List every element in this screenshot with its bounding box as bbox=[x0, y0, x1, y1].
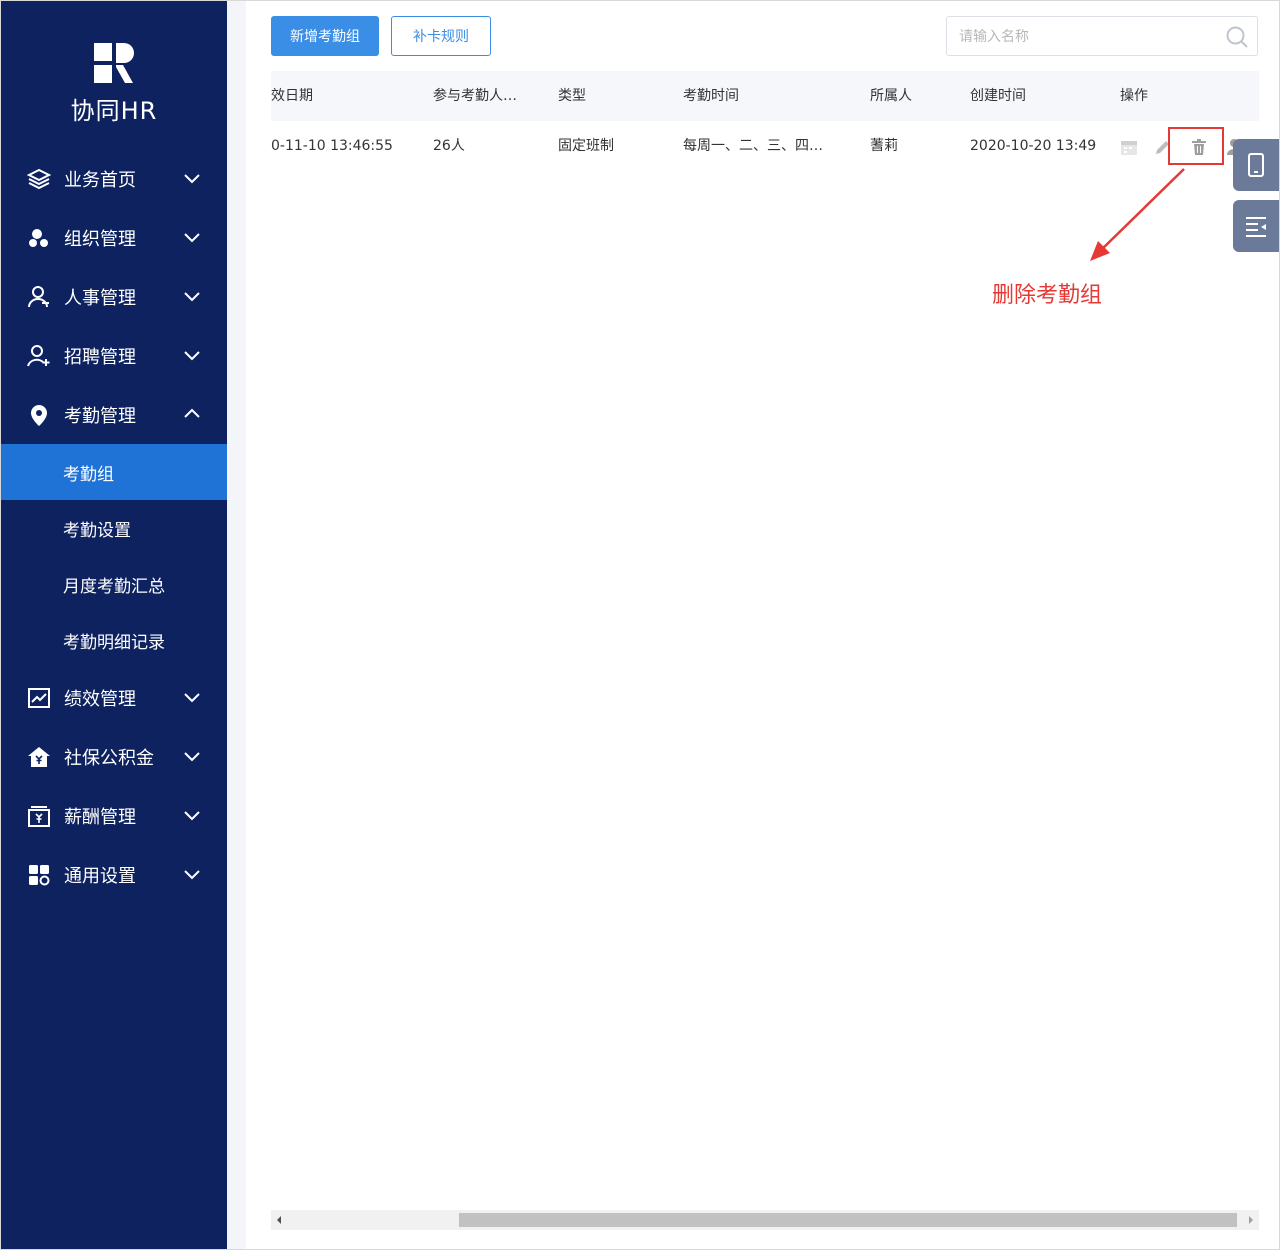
makeup-rule-button[interactable]: 补卡规则 bbox=[391, 16, 491, 56]
annotation-delete-label: 删除考勤组 bbox=[992, 283, 1103, 308]
add-attendance-group-button[interactable]: 新增考勤组 bbox=[271, 16, 379, 56]
chevron-down-icon bbox=[184, 693, 200, 703]
sidebar-menu: 业务首页 组织管理 人事管理 招聘管理 考勤管理 考勤组 考勤设置 月度考勤汇总… bbox=[1, 149, 227, 904]
cell-owner: 蓍莉 bbox=[870, 138, 898, 154]
chevron-down-icon bbox=[184, 351, 200, 361]
menu-item-label: 绩效管理 bbox=[64, 688, 136, 710]
calendar-icon[interactable] bbox=[1119, 137, 1139, 157]
location-pin-icon bbox=[27, 403, 51, 427]
page: 协同HR 业务首页 组织管理 人事管理 招聘管理 考勤管理 考勤组 考勤设置 月… bbox=[0, 0, 1280, 1250]
menu-item-label: 社保公积金 bbox=[64, 747, 154, 769]
person-add-icon bbox=[27, 344, 51, 368]
search-box bbox=[946, 16, 1258, 56]
horizontal-scrollbar[interactable] bbox=[271, 1210, 1259, 1230]
menu-item-label: 考勤管理 bbox=[64, 405, 136, 427]
list-collapse-icon bbox=[1246, 217, 1266, 237]
content-gutter bbox=[227, 1, 246, 1249]
annotation-arrow bbox=[1090, 168, 1185, 261]
header-participants: 参与考勤人… bbox=[433, 88, 517, 104]
org-icon bbox=[27, 226, 51, 250]
header-created-time: 创建时间 bbox=[970, 88, 1026, 104]
search-icon[interactable] bbox=[1225, 25, 1249, 49]
scrollbar-thumb[interactable] bbox=[459, 1213, 1237, 1227]
menu-item-label: 业务首页 bbox=[64, 169, 136, 191]
attendance-group-table: 效日期 参与考勤人… 类型 考勤时间 所属人 创建时间 操作 0-11-10 1… bbox=[271, 71, 1259, 171]
menu-item-performance[interactable]: 绩效管理 bbox=[1, 668, 227, 727]
cell-attendance-time: 每周一、二、三、四… bbox=[683, 138, 823, 154]
chevron-down-icon bbox=[184, 870, 200, 880]
chevron-up-icon bbox=[184, 408, 200, 418]
menu-item-social-security[interactable]: 社保公积金 bbox=[1, 727, 227, 786]
chevron-down-icon bbox=[184, 174, 200, 184]
logo: 协同HR bbox=[1, 41, 227, 126]
chevron-down-icon bbox=[184, 811, 200, 821]
scroll-right-arrow-icon[interactable] bbox=[1243, 1210, 1259, 1230]
sub-item-monthly-summary[interactable]: 月度考勤汇总 bbox=[1, 556, 227, 612]
menu-item-business-home[interactable]: 业务首页 bbox=[1, 149, 227, 208]
cell-type: 固定班制 bbox=[558, 138, 614, 154]
menu-item-org[interactable]: 组织管理 bbox=[1, 208, 227, 267]
menu-item-label: 组织管理 bbox=[64, 228, 136, 250]
logo-mark-icon bbox=[94, 43, 134, 83]
chevron-down-icon bbox=[184, 233, 200, 243]
menu-item-label: 薪酬管理 bbox=[64, 806, 136, 828]
menu-item-label: 通用设置 bbox=[64, 865, 136, 887]
menu-item-attendance[interactable]: 考勤管理 bbox=[1, 385, 227, 444]
house-yen-icon bbox=[27, 745, 51, 769]
chevron-down-icon bbox=[184, 292, 200, 302]
mobile-phone-icon bbox=[1248, 153, 1264, 177]
sub-item-attendance-group[interactable]: 考勤组 bbox=[1, 444, 227, 500]
header-actions: 操作 bbox=[1120, 88, 1148, 104]
main-content: 新增考勤组 补卡规则 效日期 参与考勤人… 类型 考勤时间 所属人 创建时间 操… bbox=[246, 1, 1279, 1249]
menu-item-general-settings[interactable]: 通用设置 bbox=[1, 845, 227, 904]
table-header: 效日期 参与考勤人… 类型 考勤时间 所属人 创建时间 操作 bbox=[271, 71, 1259, 121]
menu-item-label: 招聘管理 bbox=[64, 346, 136, 368]
menu-item-salary[interactable]: 薪酬管理 bbox=[1, 786, 227, 845]
header-type: 类型 bbox=[558, 88, 586, 104]
mobile-preview-button[interactable] bbox=[1233, 139, 1279, 191]
scroll-left-arrow-icon[interactable] bbox=[271, 1210, 287, 1230]
cell-participants: 26人 bbox=[433, 138, 465, 154]
sub-item-attendance-settings[interactable]: 考勤设置 bbox=[1, 500, 227, 556]
layers-icon bbox=[27, 167, 51, 191]
chart-icon bbox=[27, 686, 51, 710]
sub-item-detail-records[interactable]: 考勤明细记录 bbox=[1, 612, 227, 668]
header-owner: 所属人 bbox=[870, 88, 912, 104]
grid-icon bbox=[27, 863, 51, 887]
menu-item-recruit[interactable]: 招聘管理 bbox=[1, 326, 227, 385]
header-attendance-time: 考勤时间 bbox=[683, 88, 739, 104]
sidebar: 协同HR 业务首页 组织管理 人事管理 招聘管理 考勤管理 考勤组 考勤设置 月… bbox=[1, 1, 227, 1249]
logo-text: 协同HR bbox=[70, 97, 158, 125]
menu-item-personnel[interactable]: 人事管理 bbox=[1, 267, 227, 326]
header-effective-date: 效日期 bbox=[271, 88, 313, 104]
menu-item-label: 人事管理 bbox=[64, 287, 136, 309]
chevron-down-icon bbox=[184, 752, 200, 762]
cell-effective-date: 0-11-10 13:46:55 bbox=[271, 138, 393, 154]
salary-icon bbox=[27, 804, 51, 828]
search-input[interactable] bbox=[959, 26, 1209, 48]
person-icon bbox=[27, 285, 51, 309]
collapse-panel-button[interactable] bbox=[1233, 200, 1279, 252]
delete-highlight-box bbox=[1168, 127, 1224, 165]
